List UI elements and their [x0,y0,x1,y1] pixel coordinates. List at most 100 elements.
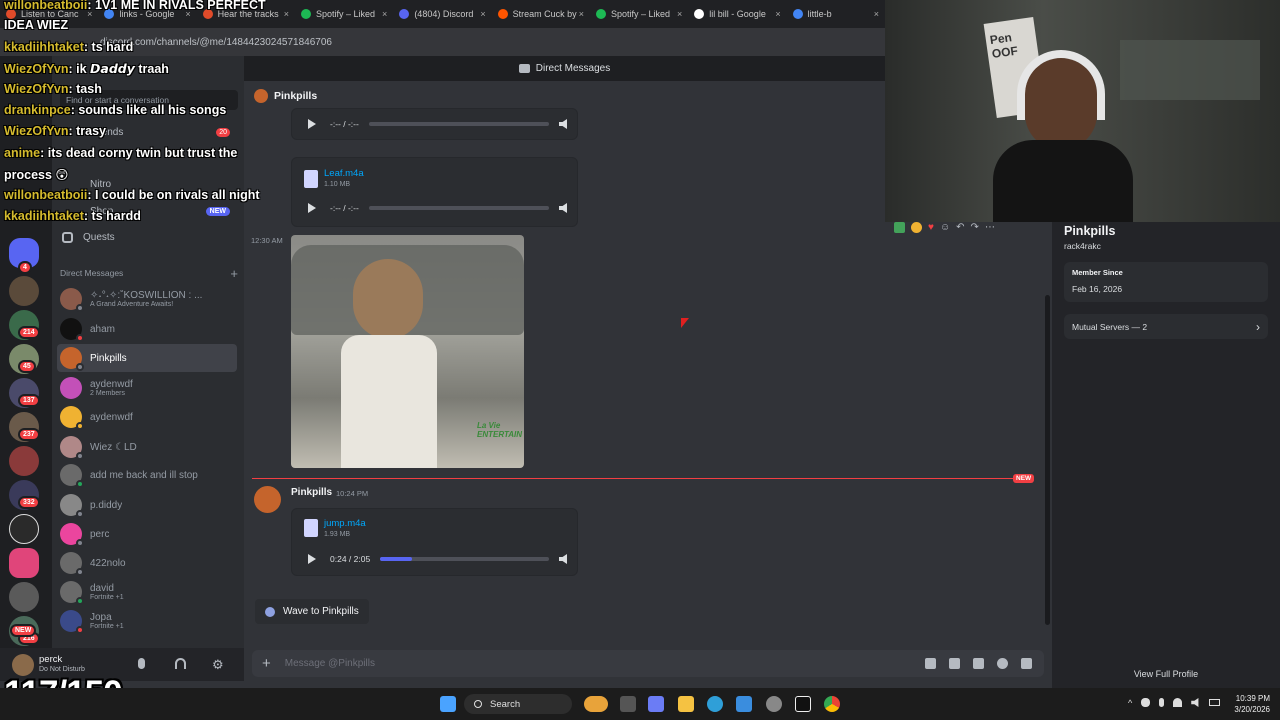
quests-nav[interactable]: Quests [60,227,238,247]
mic-tray-icon[interactable] [1159,698,1165,707]
volume-icon[interactable] [559,203,567,213]
edge-icon[interactable] [707,696,723,712]
mention-badge: 332 [18,496,40,509]
dm-item[interactable]: david Fortnite +1 [57,578,237,606]
heart-reaction-icon[interactable]: ♥ [928,222,934,233]
shop-new-badge: NEW [205,206,230,216]
play-icon[interactable] [308,203,316,213]
server-icon[interactable] [9,276,39,306]
copilot-icon[interactable] [648,696,664,712]
chrome-icon[interactable] [824,696,840,712]
audio-seekbar[interactable] [368,206,549,210]
overlay-chat-user: drankinpce [4,103,71,117]
dm-item[interactable]: aydenwdf [57,403,237,431]
attach-plus-icon[interactable]: + [262,655,271,672]
more-icon[interactable]: ⋯ [985,222,995,233]
image-attachment[interactable]: La Vie ENTERTAIN [291,235,524,468]
tray-icons[interactable]: ^ [1128,698,1221,708]
mic-icon[interactable] [138,658,145,669]
tab-close-icon[interactable]: × [382,9,387,19]
sticker-icon[interactable] [973,658,984,669]
dm-item[interactable]: Wiez ☾LD [57,433,237,461]
dm-item[interactable]: Pinkpills [57,344,237,372]
gif-icon[interactable] [949,658,960,669]
photo-person [353,259,423,339]
emoji-reaction-icon[interactable] [911,222,922,233]
audio-seekbar[interactable] [380,557,549,561]
widgets-icon[interactable] [584,696,608,712]
message-avatar[interactable] [254,486,281,513]
dm-item[interactable]: p.diddy [57,491,237,519]
status-indicator [76,334,84,342]
browser-tab[interactable]: (4804) Discord × [393,0,491,28]
file-explorer-icon[interactable] [678,696,694,712]
user-avatar[interactable] [12,654,34,676]
file-name[interactable]: jump.m4a [324,518,366,529]
browser-tab[interactable]: lil bill - Google × [688,0,786,28]
view-full-profile-button[interactable]: View Full Profile [1052,660,1280,688]
reply-icon[interactable]: ↶ [956,222,964,233]
task-view-icon[interactable] [620,696,636,712]
store-icon[interactable] [736,696,752,712]
dm-item[interactable]: perc [57,520,237,548]
audio-seekbar[interactable] [368,122,549,126]
message-author[interactable]: Pinkpills [291,487,332,498]
play-icon[interactable] [308,554,316,564]
chat-scrollbar[interactable] [1045,295,1050,625]
file-name[interactable]: Leaf.m4a [324,168,364,179]
browser-tab[interactable]: Stream Cuck by × [492,0,590,28]
mention-badge: 137 [18,394,40,407]
emoji-icon[interactable] [997,658,1008,669]
gear-app-icon[interactable] [766,696,782,712]
tab-close-icon[interactable]: × [480,9,485,19]
battery-icon[interactable] [1209,699,1221,706]
server-icon[interactable] [9,548,39,578]
gift-icon[interactable] [925,658,936,669]
server-icon[interactable] [9,514,39,544]
check-reaction-icon[interactable] [894,222,905,233]
server-icon[interactable] [9,446,39,476]
volume-icon[interactable] [559,554,567,564]
forward-icon[interactable]: ↷ [971,222,979,233]
cloud-icon[interactable] [1141,698,1151,707]
dm-item[interactable]: ✧˖°˖✧:˚KOSWILLION : ... A Grand Adventure… [57,285,237,313]
dm-item[interactable]: aham [57,315,237,343]
dm-avatar [60,552,84,576]
capcut-icon[interactable] [795,696,811,712]
browser-tab[interactable]: little-b × [787,0,885,28]
chevron-up-icon[interactable]: ^ [1128,698,1132,708]
mutual-servers-row[interactable]: Mutual Servers — 2 › [1064,314,1268,339]
tab-close-icon[interactable]: × [579,9,584,19]
headphones-icon[interactable] [175,658,186,669]
create-dm-icon[interactable]: + [230,266,238,281]
apps-icon[interactable] [1021,658,1032,669]
windows-start-icon[interactable] [440,696,456,712]
volume-icon[interactable] [559,119,567,129]
gear-icon[interactable]: ⚙ [212,657,224,673]
dm-item[interactable]: aydenwdf 2 Members [57,374,237,402]
mouse-cursor [681,318,689,328]
url-text[interactable]: discord.com/channels/@me/148442302457184… [100,37,332,48]
tab-close-icon[interactable]: × [775,9,780,19]
dm-item[interactable]: Jopa Fortnite +1 [57,607,237,635]
dm-item[interactable]: 422nolo [57,549,237,577]
wifi-icon[interactable] [1173,698,1183,707]
server-icon[interactable] [9,582,39,612]
add-reaction-icon[interactable]: ☺ [940,222,950,233]
tab-close-icon[interactable]: × [874,9,879,19]
clock[interactable]: 10:39 PM 3/20/2026 [1230,693,1270,715]
overlay-chat-message: WiezOfYvn: trasy [4,124,107,138]
wave-button[interactable]: Wave to Pinkpills [255,599,369,624]
dm-subtitle: 2 Members [90,390,126,397]
dm-item[interactable]: add me back and ill stop [57,461,237,489]
tab-close-icon[interactable]: × [677,9,682,19]
message-composer[interactable]: + Message @Pinkpills [252,650,1044,677]
taskbar-search[interactable]: Search [464,694,572,714]
play-icon[interactable] [308,119,316,129]
volume-tray-icon[interactable] [1191,698,1199,707]
wave-icon [265,606,275,617]
browser-tab[interactable]: Spotify – Liked × [295,0,393,28]
tab-close-icon[interactable]: × [284,9,289,19]
browser-tab[interactable]: Spotify – Liked × [590,0,688,28]
view-full-profile-label: View Full Profile [1133,669,1199,679]
